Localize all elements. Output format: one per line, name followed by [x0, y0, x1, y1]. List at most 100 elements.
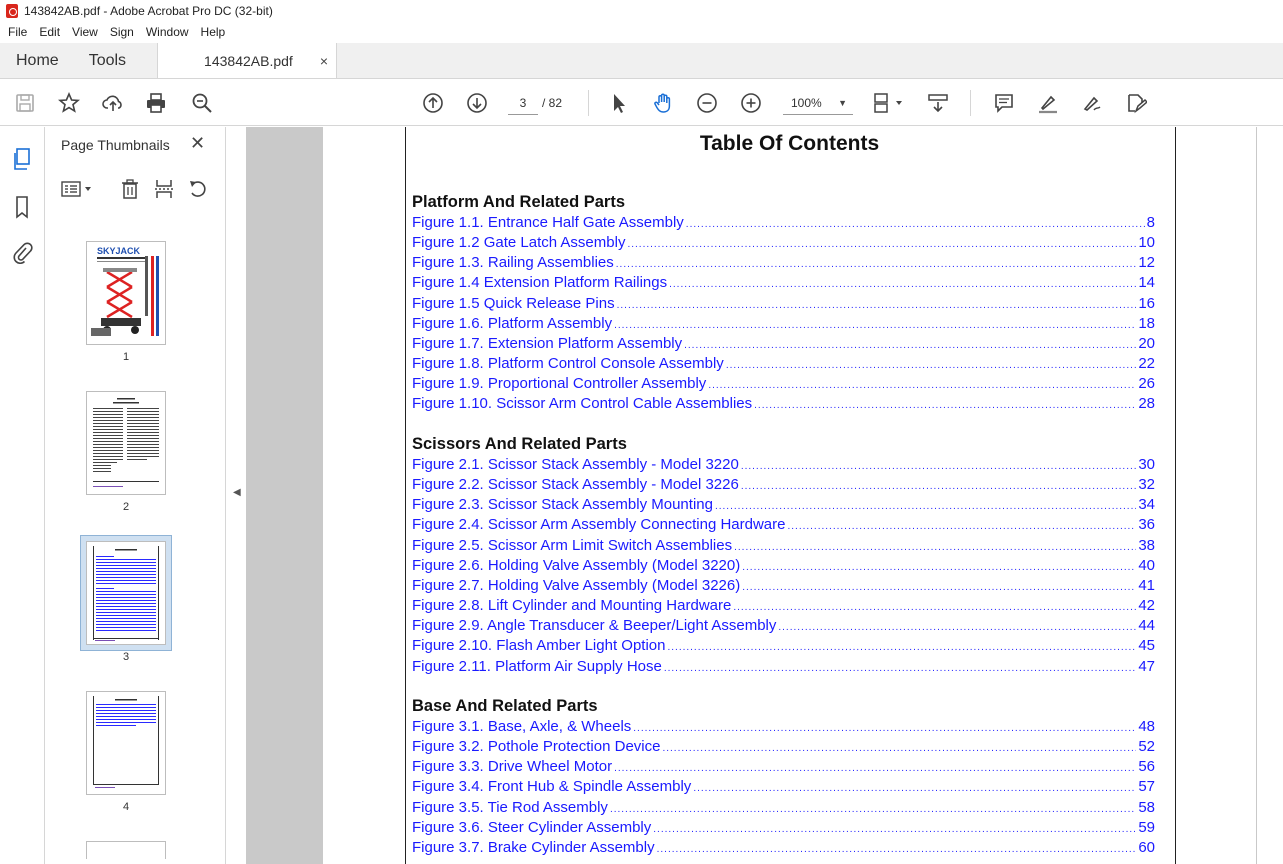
zoom-in-icon[interactable]: [739, 91, 763, 115]
print-icon[interactable]: [144, 91, 168, 115]
thumbnail-page-number: 4: [122, 801, 130, 813]
toolbar-divider: [970, 90, 971, 116]
split-page-icon[interactable]: [152, 177, 176, 201]
toc-entry-link[interactable]: Figure 3.2. Pothole Protection Device ..…: [412, 738, 1155, 758]
page-thumbnail-5[interactable]: [86, 841, 166, 859]
toc-entry-page: 57: [1138, 778, 1155, 796]
toc-entry-link[interactable]: Figure 2.3. Scissor Stack Assembly Mount…: [412, 496, 1155, 516]
toc-leader-dots: ........................................…: [667, 642, 1137, 654]
page-thumbnail-1[interactable]: SKYJACK: [86, 241, 166, 345]
cover-thumbnail-image: SKYJACK: [91, 246, 159, 336]
toc-entry-link[interactable]: Figure 3.4. Front Hub & Spindle Assembly…: [412, 778, 1155, 798]
toc-entry-link[interactable]: Figure 2.2. Scissor Stack Assembly - Mod…: [412, 476, 1155, 496]
toc-continued-thumbnail-image: [93, 696, 159, 788]
select-cursor-icon[interactable]: [607, 91, 631, 115]
thumbnail-options-icon[interactable]: [60, 177, 94, 201]
scroll-mode-icon[interactable]: [926, 91, 950, 115]
toc-entry-page: 58: [1138, 798, 1155, 816]
toc-entry-link[interactable]: Figure 1.4 Extension Platform Railings..…: [412, 274, 1155, 294]
page-thumbnails-icon[interactable]: [10, 147, 34, 171]
page-thumbnail-4[interactable]: [86, 691, 166, 795]
chevron-down-icon: ▼: [838, 98, 847, 108]
delete-page-icon[interactable]: [118, 177, 142, 201]
zoom-level-select[interactable]: 100% ▼: [783, 91, 853, 115]
tab-home[interactable]: Home: [0, 43, 74, 78]
toc-entry-link[interactable]: Figure 3.3. Drive Wheel Motor ..........…: [412, 758, 1155, 778]
toc-entry-link[interactable]: Figure 1.7. Extension Platform Assembly.…: [412, 335, 1155, 355]
menu-help[interactable]: Help: [195, 25, 232, 39]
menu-edit[interactable]: Edit: [33, 25, 66, 39]
comment-icon[interactable]: [992, 91, 1016, 115]
zoom-out-icon[interactable]: [695, 91, 719, 115]
toc-title: Table Of Contents: [699, 132, 880, 155]
menu-bar: File Edit View Sign Window Help: [0, 22, 1283, 42]
menu-file[interactable]: File: [2, 25, 33, 39]
page-thumbnail-3[interactable]: [86, 541, 166, 645]
toc-entry-link[interactable]: Figure 3.5. Tie Rod Assembly............…: [412, 799, 1155, 819]
toc-entry-link[interactable]: Figure 2.9. Angle Transducer & Beeper/Li…: [412, 617, 1155, 637]
toc-leader-dots: ........................................…: [734, 541, 1136, 553]
bookmark-star-icon[interactable]: [57, 91, 81, 115]
menu-window[interactable]: Window: [140, 25, 195, 39]
rotate-page-icon[interactable]: [186, 177, 210, 201]
toc-section-heading: Scissors And Related Parts: [412, 435, 627, 453]
page-layout-icon[interactable]: [872, 91, 906, 115]
toc-entry-link[interactable]: Figure 2.10. Flash Amber Light Option ..…: [412, 637, 1155, 657]
toc-entry-link[interactable]: Figure 2.5. Scissor Arm Limit Switch Ass…: [412, 537, 1155, 557]
toc-entry-label: Figure 1.9. Proportional Controller Asse…: [412, 375, 707, 393]
toc-entry-link[interactable]: Figure 1.10. Scissor Arm Control Cable A…: [412, 395, 1155, 415]
close-panel-icon[interactable]: ✕: [190, 133, 205, 154]
toc-entry-page: 42: [1138, 597, 1155, 615]
upload-icon[interactable]: [101, 91, 125, 115]
panel-collapse-handle[interactable]: ◀: [229, 127, 245, 864]
current-page-input[interactable]: 3: [508, 91, 538, 115]
toc-entry-page: 48: [1138, 718, 1155, 735]
toc-entry-link[interactable]: Figure 1.3. Railing Assemblies .........…: [412, 254, 1155, 274]
toc-entry-label: Figure 2.4. Scissor Arm Assembly Connect…: [412, 516, 786, 534]
toc-entry-link[interactable]: Figure 3.7. Brake Cylinder Assembly ....…: [412, 839, 1155, 859]
highlight-pen-icon[interactable]: [1036, 91, 1060, 115]
toc-entry-link[interactable]: Figure 2.7. Holding Valve Assembly (Mode…: [412, 577, 1155, 597]
toc-entry-link[interactable]: Figure 1.5 Quick Release Pins ..........…: [412, 295, 1155, 315]
toc-entry-page: 41: [1138, 576, 1155, 594]
toc-entry-link[interactable]: Figure 2.11. Platform Air Supply Hose ..…: [412, 658, 1155, 678]
close-tab-icon[interactable]: ×: [320, 53, 328, 69]
toc-entry-page: 38: [1138, 536, 1155, 554]
menu-view[interactable]: View: [66, 25, 104, 39]
toc-entry-link[interactable]: Figure 3.6. Steer Cylinder Assembly ....…: [412, 819, 1155, 839]
document-viewport[interactable]: Table Of Contents Platform And Related P…: [246, 127, 1283, 864]
toc-leader-dots: ........................................…: [663, 662, 1137, 674]
toc-entry-link[interactable]: Figure 1.9. Proportional Controller Asse…: [412, 375, 1155, 395]
bookmarks-icon[interactable]: [10, 195, 34, 219]
toc-entry-link[interactable]: Figure 2.1. Scissor Stack Assembly - Mod…: [412, 456, 1155, 476]
hand-icon[interactable]: [651, 91, 675, 115]
tab-document[interactable]: 143842AB.pdf ×: [157, 43, 338, 78]
toc-entry-page: 34: [1138, 496, 1155, 514]
main-toolbar: 3 / 82 100% ▼: [0, 80, 1283, 126]
toc-entry-link[interactable]: Figure 1.8. Platform Control Console Ass…: [412, 355, 1155, 375]
toc-entry-label: Figure 3.7. Brake Cylinder Assembly: [412, 838, 655, 856]
arrow-down-circle-icon[interactable]: [465, 91, 489, 115]
arrow-up-circle-icon[interactable]: [421, 91, 445, 115]
sign-icon[interactable]: [1080, 91, 1104, 115]
toc-entry-link[interactable]: Figure 2.4. Scissor Arm Assembly Connect…: [412, 516, 1155, 536]
toc-leader-dots: ........................................…: [708, 380, 1136, 392]
toc-entry-link[interactable]: Figure 1.6. Platform Assembly...........…: [412, 315, 1155, 335]
save-icon[interactable]: [13, 91, 37, 115]
tab-tools[interactable]: Tools: [74, 43, 141, 78]
toc-entry-link[interactable]: Figure 2.6. Holding Valve Assembly (Mode…: [412, 557, 1155, 577]
menu-sign[interactable]: Sign: [104, 25, 140, 39]
toc-entry-page: 16: [1138, 294, 1155, 312]
toc-entry-link[interactable]: Figure 2.8. Lift Cylinder and Mounting H…: [412, 597, 1155, 617]
search-zoom-icon[interactable]: [190, 91, 214, 115]
left-navigation-rail: [0, 127, 45, 864]
toc-entry-link[interactable]: Figure 3.1. Base, Axle, & Wheels........…: [412, 718, 1155, 738]
text-page-thumbnail-image: [93, 398, 159, 487]
toc-entry-link[interactable]: Figure 1.1. Entrance Half Gate Assembly …: [412, 214, 1155, 234]
toc-entry-link[interactable]: Figure 1.2 Gate Latch Assembly .........…: [412, 234, 1155, 254]
page-thumbnail-2[interactable]: [86, 391, 166, 495]
acrobat-pdf-icon: [6, 4, 18, 18]
attachments-icon[interactable]: [10, 240, 34, 264]
edit-pdf-icon[interactable]: [1124, 91, 1148, 115]
toc-entry-label: Figure 1.5 Quick Release Pins: [412, 294, 615, 312]
